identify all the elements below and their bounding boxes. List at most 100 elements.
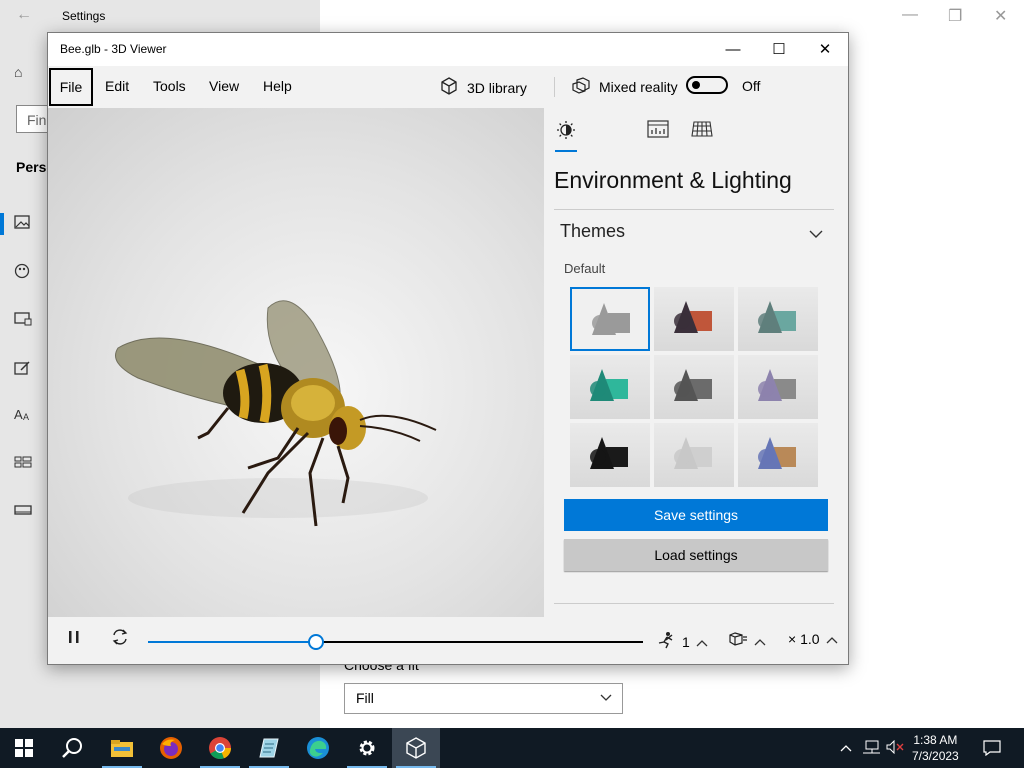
search-icon[interactable] — [48, 728, 96, 768]
playback-bar: 1 × 1.0 — [48, 617, 848, 664]
theme-tile-default[interactable] — [570, 287, 650, 351]
menu-tools[interactable]: Tools — [153, 78, 186, 94]
speed-selector[interactable]: × 1.0 — [788, 631, 838, 647]
network-icon[interactable] — [862, 740, 880, 757]
timeline-thumb[interactable] — [308, 634, 325, 650]
theme-tile-dark-gray[interactable] — [654, 355, 734, 419]
firefox-icon[interactable] — [147, 728, 195, 768]
menu-file[interactable]: File — [49, 68, 93, 106]
3d-viewport[interactable] — [48, 108, 544, 617]
chevron-down-icon — [600, 684, 612, 713]
menu-help[interactable]: Help — [263, 78, 292, 94]
lock-screen-icon[interactable] — [14, 312, 34, 332]
theme-tile-black[interactable] — [570, 423, 650, 487]
grid-tab-icon[interactable] — [691, 120, 713, 142]
theme-tile-warm[interactable] — [654, 287, 734, 351]
back-icon[interactable]: ← — [16, 6, 32, 24]
windows-start-icon[interactable] — [0, 728, 48, 768]
chevron-up-icon — [826, 631, 838, 647]
volume-muted-icon[interactable] — [886, 739, 904, 757]
viewer-titlebar[interactable]: Bee.glb - 3D Viewer — ☐ ✕ — [48, 33, 848, 66]
divider — [554, 603, 834, 604]
cube-stack-icon — [728, 631, 748, 650]
colors-icon[interactable] — [14, 263, 34, 283]
maximize-icon[interactable]: ☐ — [756, 33, 802, 66]
speed-value: × 1.0 — [788, 631, 820, 647]
fit-select[interactable]: Fill — [344, 683, 623, 714]
lighting-tab-icon[interactable] — [555, 120, 577, 142]
svg-text:A: A — [23, 412, 29, 421]
svg-text:A: A — [14, 407, 23, 421]
theme-preview-icon — [674, 369, 712, 401]
3d-viewer-taskbar-icon[interactable] — [392, 728, 440, 768]
default-label: Default — [564, 261, 606, 276]
chrome-icon[interactable] — [196, 728, 244, 768]
theme-preview-icon — [758, 369, 796, 401]
timeline-slider[interactable] — [148, 634, 643, 650]
theme-tile-gold-blue[interactable] — [738, 423, 818, 487]
environment-panel: Environment & Lighting Themes Default Sa… — [544, 108, 848, 617]
chevron-down-icon[interactable] — [809, 226, 823, 244]
model-selector[interactable] — [728, 631, 766, 650]
window-title: Bee.glb - 3D Viewer — [60, 42, 167, 56]
mixed-reality-label: Mixed reality — [599, 78, 678, 95]
fonts-icon[interactable]: AA — [14, 407, 34, 427]
start-icon[interactable] — [14, 455, 34, 475]
themes-icon[interactable] — [14, 360, 34, 380]
mixed-reality-button[interactable]: Mixed reality — [571, 76, 678, 97]
save-settings-button[interactable]: Save settings — [564, 499, 828, 531]
theme-tile-lavender[interactable] — [738, 355, 818, 419]
settings-minimize-icon[interactable]: — — [902, 6, 918, 24]
background-icon[interactable] — [14, 215, 34, 235]
theme-grid — [570, 287, 820, 489]
stats-tab-icon[interactable] — [647, 120, 669, 142]
menu-edit[interactable]: Edit — [105, 78, 129, 94]
notes-app-icon[interactable] — [245, 728, 293, 768]
show-hidden-icons-icon[interactable] — [840, 740, 852, 755]
theme-tile-teal-gray[interactable] — [738, 287, 818, 351]
file-explorer-icon[interactable] — [98, 728, 146, 768]
minimize-icon[interactable]: — — [710, 33, 756, 66]
timeline-fill — [148, 641, 317, 643]
menu-view[interactable]: View — [209, 78, 239, 94]
settings-maximize-icon[interactable]: ❐ — [948, 6, 962, 26]
bee-model — [115, 300, 437, 527]
taskbar-icon[interactable] — [14, 503, 34, 523]
theme-preview-icon — [590, 437, 628, 469]
home-icon[interactable]: ⌂ — [14, 64, 34, 84]
theme-preview-icon — [758, 301, 796, 333]
pause-icon[interactable] — [68, 630, 80, 649]
close-icon[interactable]: ✕ — [802, 33, 848, 66]
animation-selector[interactable]: 1 — [656, 631, 708, 652]
settings-title: Settings — [62, 9, 106, 23]
notifications-icon[interactable] — [983, 740, 1001, 759]
system-clock[interactable]: 1:38 AM 7/3/2023 — [912, 732, 959, 764]
animation-count: 1 — [682, 633, 690, 650]
viewer-window: Bee.glb - 3D Viewer — ☐ ✕ File Edit Tool… — [47, 32, 849, 665]
chevron-up-icon — [754, 633, 766, 649]
settings-gear-icon[interactable] — [343, 728, 391, 768]
chevron-up-icon — [696, 634, 708, 650]
mixed-reality-toggle[interactable] — [686, 76, 728, 94]
menu-bar: File Edit Tools View Help 3D library Mix… — [48, 66, 848, 108]
active-tab-indicator — [555, 150, 577, 152]
theme-preview-icon — [674, 301, 712, 333]
settings-close-icon[interactable]: ✕ — [994, 6, 1007, 26]
divider — [554, 209, 834, 210]
themes-heading[interactable]: Themes — [560, 221, 625, 242]
selected-indicator — [0, 213, 4, 235]
menu-separator — [554, 77, 555, 97]
taskbar: 1:38 AM 7/3/2023 — [0, 728, 1024, 768]
3d-library-button[interactable]: 3D library — [439, 76, 527, 99]
load-settings-button[interactable]: Load settings — [564, 539, 828, 571]
cube-icon — [439, 76, 459, 99]
theme-tile-light[interactable] — [654, 423, 734, 487]
running-figure-icon — [656, 631, 676, 652]
theme-tile-green[interactable] — [570, 355, 650, 419]
mixed-reality-icon — [571, 76, 591, 97]
loop-icon[interactable] — [110, 628, 130, 651]
theme-preview-icon — [590, 369, 628, 401]
edge-icon[interactable] — [294, 728, 342, 768]
theme-preview-icon — [592, 303, 630, 335]
theme-preview-icon — [758, 437, 796, 469]
